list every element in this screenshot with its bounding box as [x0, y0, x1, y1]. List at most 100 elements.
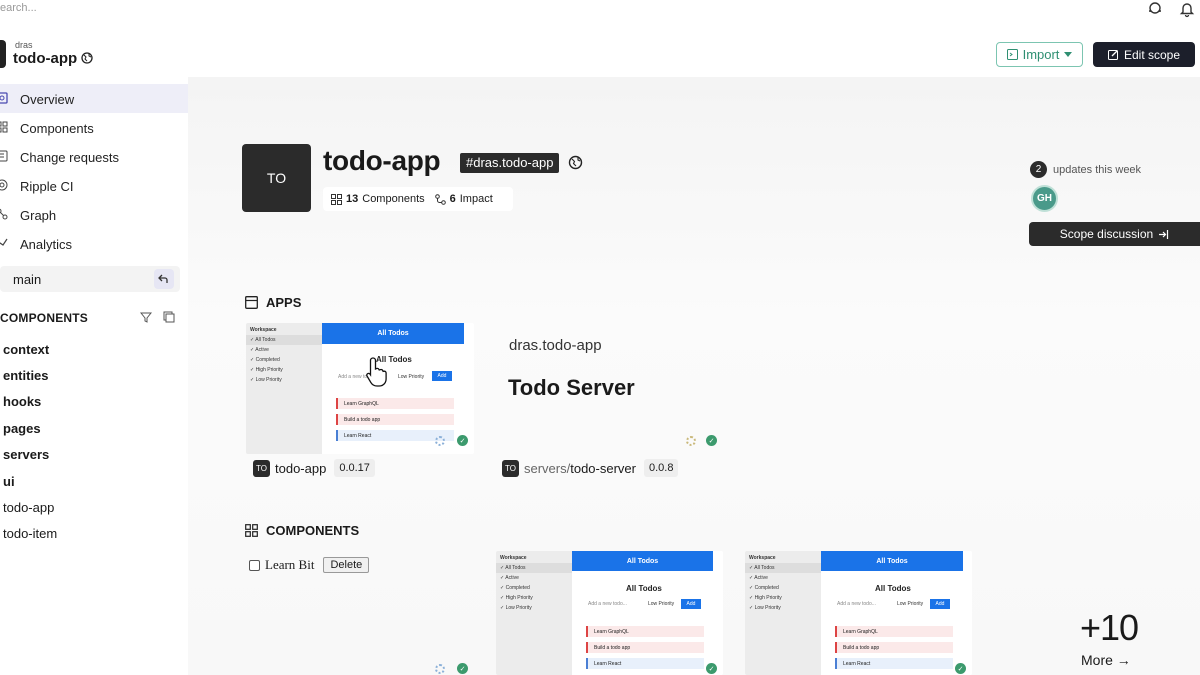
- apps-heading-text: APPS: [266, 295, 302, 310]
- preview-header-bar: All Todos: [821, 551, 963, 571]
- status-check-icon: ✓: [457, 663, 468, 674]
- graph-icon: [0, 208, 8, 220]
- delete-button[interactable]: Delete: [323, 557, 370, 573]
- app-window-icon: [245, 296, 258, 309]
- impact-stat-label: Impact: [459, 193, 493, 205]
- more-count: +10: [1080, 607, 1139, 648]
- app-name: todo-app: [275, 460, 327, 476]
- more-link[interactable]: More →: [1081, 652, 1131, 668]
- terminal-icon: [1006, 49, 1018, 60]
- component-item-todo-app[interactable]: todo-app: [3, 494, 57, 520]
- page-title: todo-app: [323, 145, 441, 176]
- branch-back-button[interactable]: [154, 269, 174, 289]
- components-heading: COMPONENTS: [0, 311, 89, 325]
- preview-sidebar-title: Workspace: [250, 327, 277, 333]
- sidebar-item-ripple-ci[interactable]: Ripple CI: [0, 171, 188, 200]
- globe-icon: [568, 155, 583, 170]
- updates-indicator: 2 updates this week: [1030, 161, 1141, 178]
- component-folder-hooks[interactable]: hooks: [3, 389, 57, 415]
- import-button[interactable]: Import: [996, 42, 1083, 67]
- sidebar-item-graph[interactable]: Graph: [0, 200, 188, 229]
- preview-priority: Low Priority: [398, 374, 425, 380]
- components-icon: [245, 524, 258, 537]
- preview-sidebar-item: ✓ Completed: [250, 357, 280, 363]
- chevron-down-icon: [1064, 52, 1073, 57]
- preview-sidebar: Workspace ✓ All Todos ✓ Active ✓ Complet…: [246, 323, 322, 454]
- updates-label: updates this week: [1053, 163, 1142, 176]
- preview-priority: Low Priority: [897, 601, 924, 607]
- notifications-icon[interactable]: [1178, 0, 1196, 18]
- edit-scope-button[interactable]: Edit scope: [1093, 42, 1195, 67]
- status-check-icon: ✓: [955, 663, 966, 674]
- component-folder-ui[interactable]: ui: [3, 468, 57, 494]
- preview-input: Add a new todo...: [837, 601, 876, 607]
- app-path-name: todo-server: [570, 460, 636, 476]
- preview-heading: All Todos: [626, 584, 662, 593]
- component-folder-pages[interactable]: pages: [3, 415, 57, 441]
- scope-avatar: [0, 40, 6, 68]
- impact-icon: [434, 193, 446, 205]
- app-title[interactable]: Todo Server: [508, 375, 635, 401]
- component-folder-context[interactable]: context: [3, 336, 57, 362]
- components-count: 13: [346, 193, 359, 205]
- preview-sidebar-item: ✓ High Priority: [500, 595, 533, 601]
- component-folder-entities[interactable]: entities: [3, 362, 57, 388]
- sidebar-item-label: Graph: [20, 208, 57, 223]
- preview-todo-item: Learn React: [835, 658, 953, 669]
- branch-selector[interactable]: main: [0, 266, 180, 292]
- component-preview[interactable]: Workspace ✓ All Todos ✓ Active ✓ Complet…: [496, 551, 723, 675]
- sidebar-item-change-requests[interactable]: Change requests: [0, 142, 188, 171]
- scope-discussion-label: Scope discussion: [1059, 227, 1154, 241]
- preview-sidebar-item: ✓ Active: [749, 575, 768, 581]
- preview-sidebar: Workspace ✓ All Todos ✓ Active ✓ Complet…: [745, 551, 821, 675]
- preview-todo-item: Build a todo app: [336, 414, 454, 425]
- app-version-todo-server[interactable]: TO servers/todo-server 0.0.8: [502, 459, 679, 477]
- app-version-todo-app[interactable]: TO todo-app 0.0.17: [253, 459, 375, 477]
- filter-icon[interactable]: [140, 311, 152, 323]
- edit-scope-label: Edit scope: [1123, 47, 1181, 62]
- sidebar-item-analytics[interactable]: Analytics: [0, 229, 188, 258]
- preview-input: Add a new todo...: [588, 601, 627, 607]
- search-input[interactable]: earch...: [0, 2, 37, 14]
- support-icon[interactable]: [1146, 0, 1164, 18]
- scope-discussion-button[interactable]: Scope discussion: [1029, 222, 1200, 246]
- component-preview-learn-bit: Learn Bit Delete: [249, 557, 370, 573]
- preview-sidebar-item: ✓ All Todos: [246, 335, 322, 345]
- node-icon: [686, 436, 696, 446]
- status-check-icon: ✓: [706, 435, 717, 446]
- scope-id-tag[interactable]: #dras.todo-app: [460, 153, 560, 173]
- sidebar-nav: Overview Components Change requests Ripp…: [0, 84, 188, 258]
- collapse-icon[interactable]: [163, 311, 175, 323]
- component-item-todo-item[interactable]: todo-item: [3, 521, 57, 547]
- updates-count: 2: [1030, 161, 1047, 178]
- preview-sidebar-item: ✓ Low Priority: [749, 605, 781, 611]
- avatar[interactable]: GH: [1031, 185, 1058, 212]
- sidebar-item-components[interactable]: Components: [0, 113, 188, 142]
- component-preview[interactable]: Workspace ✓ All Todos ✓ Active ✓ Complet…: [745, 551, 972, 675]
- status-check-icon: ✓: [706, 663, 717, 674]
- components-icon: [0, 121, 8, 133]
- preview-todo-item: Build a todo app: [835, 642, 953, 653]
- impact-stat[interactable]: 6 Impact: [434, 193, 493, 205]
- scope-name[interactable]: todo-app: [13, 50, 93, 67]
- component-folder-servers[interactable]: servers: [3, 442, 57, 468]
- preview-sidebar-item: ✓ Completed: [500, 585, 530, 591]
- scope-stats: 13 Components 6 Impact: [323, 187, 513, 211]
- scope-name-text: todo-app: [13, 50, 78, 67]
- app-badge: TO: [502, 459, 519, 477]
- app-scope-id: dras.todo-app: [509, 337, 602, 354]
- preview-todo-item: Learn GraphQL: [586, 626, 704, 637]
- sidebar-item-overview[interactable]: Overview: [0, 84, 188, 113]
- return-icon: [158, 274, 168, 283]
- app-preview-todo-app[interactable]: Workspace ✓ All Todos ✓ Active ✓ Complet…: [246, 323, 474, 454]
- react-icon: [435, 664, 445, 674]
- app-path-prefix: servers/: [524, 460, 571, 476]
- todo-checkbox[interactable]: [249, 559, 260, 571]
- import-label: Import: [1022, 47, 1060, 62]
- components-section-heading-text: COMPONENTS: [266, 523, 360, 538]
- components-stat[interactable]: 13 Components: [331, 193, 425, 205]
- preview-sidebar-item: ✓ Low Priority: [500, 605, 532, 611]
- app-tile: TO: [242, 144, 311, 212]
- preview-sidebar-item: ✓ All Todos: [745, 563, 821, 573]
- apps-heading: APPS: [245, 295, 301, 310]
